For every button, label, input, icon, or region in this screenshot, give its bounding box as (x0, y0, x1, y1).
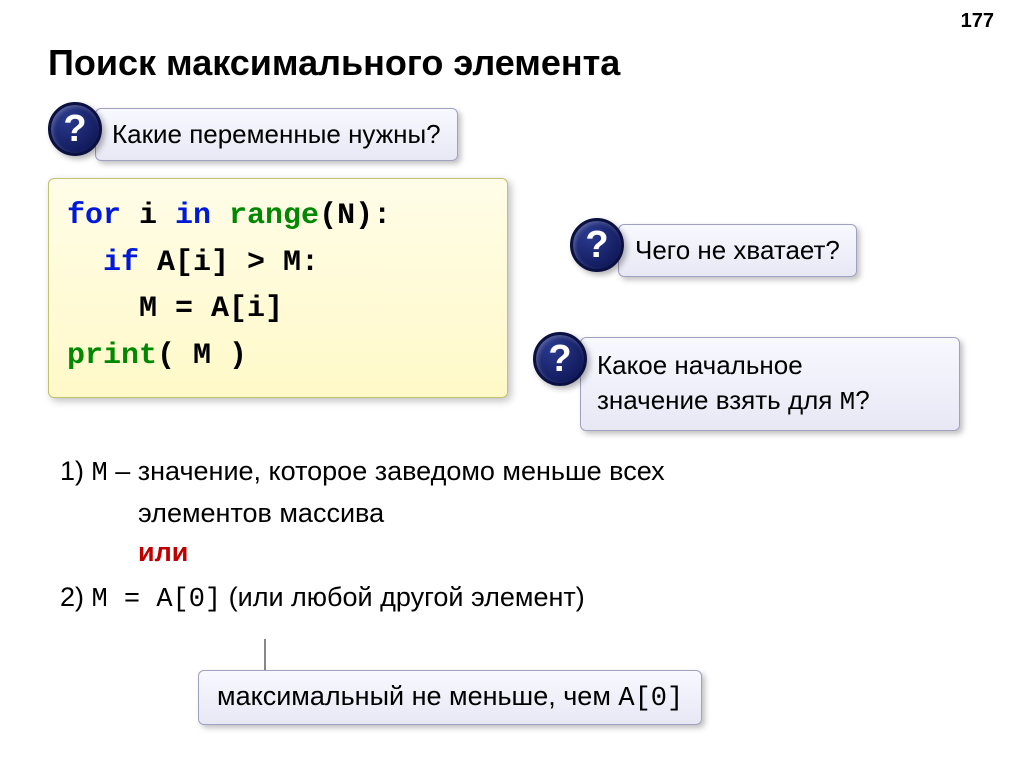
note-item-1: 1) M – значение, которое заведомо меньше… (60, 452, 960, 494)
callout-text: значение взять для (597, 385, 840, 415)
note-text: 1) (60, 456, 92, 486)
callout-text: максимальный не меньше, чем (217, 681, 618, 711)
code-text: ( M ) (157, 339, 247, 373)
code-text: i (139, 199, 175, 233)
code-ref: M = A[0] (92, 585, 222, 615)
kw-if: if (67, 246, 139, 280)
note-text: элементов массива (138, 494, 960, 533)
code-text: M = A[i] (67, 292, 283, 326)
note-text: (или любой другой элемент) (221, 582, 585, 612)
note-or: или (138, 533, 960, 572)
kw-print: print (67, 339, 157, 373)
code-text: A[i] > M: (139, 246, 319, 280)
code-block: for i in range(N): if A[i] > M: M = A[i]… (48, 178, 508, 398)
note-text: 2) (60, 582, 92, 612)
kw-range: range (229, 199, 319, 233)
code-text: (N): (319, 199, 391, 233)
code-ref: A[0] (618, 684, 683, 714)
connector-line (264, 639, 266, 671)
note-item-2: 2) M = A[0] (или любой другой элемент) (60, 578, 960, 620)
callout-variables: Какие переменные нужны? (95, 108, 458, 161)
callout-text: Какое начальное (597, 350, 803, 380)
note-text: – значение, которое заведомо меньше всех (108, 456, 665, 486)
question-icon: ? (570, 218, 624, 272)
code-ref: М (840, 387, 856, 417)
callout-missing: Чего не хватает? (618, 224, 857, 277)
question-icon: ? (48, 102, 102, 156)
callout-text: ? (855, 385, 869, 415)
slide-title: Поиск максимального элемента (48, 42, 620, 84)
kw-for: for (67, 199, 139, 233)
callout-bottom: максимальный не меньше, чем A[0] (198, 670, 702, 725)
code-ref: M (92, 459, 108, 489)
question-icon: ? (533, 332, 587, 386)
kw-in: in (175, 199, 229, 233)
callout-initial-value: Какое начальное значение взять для М? (580, 337, 960, 431)
notes-block: 1) M – значение, которое заведомо меньше… (60, 452, 960, 621)
page-number: 177 (961, 10, 994, 33)
